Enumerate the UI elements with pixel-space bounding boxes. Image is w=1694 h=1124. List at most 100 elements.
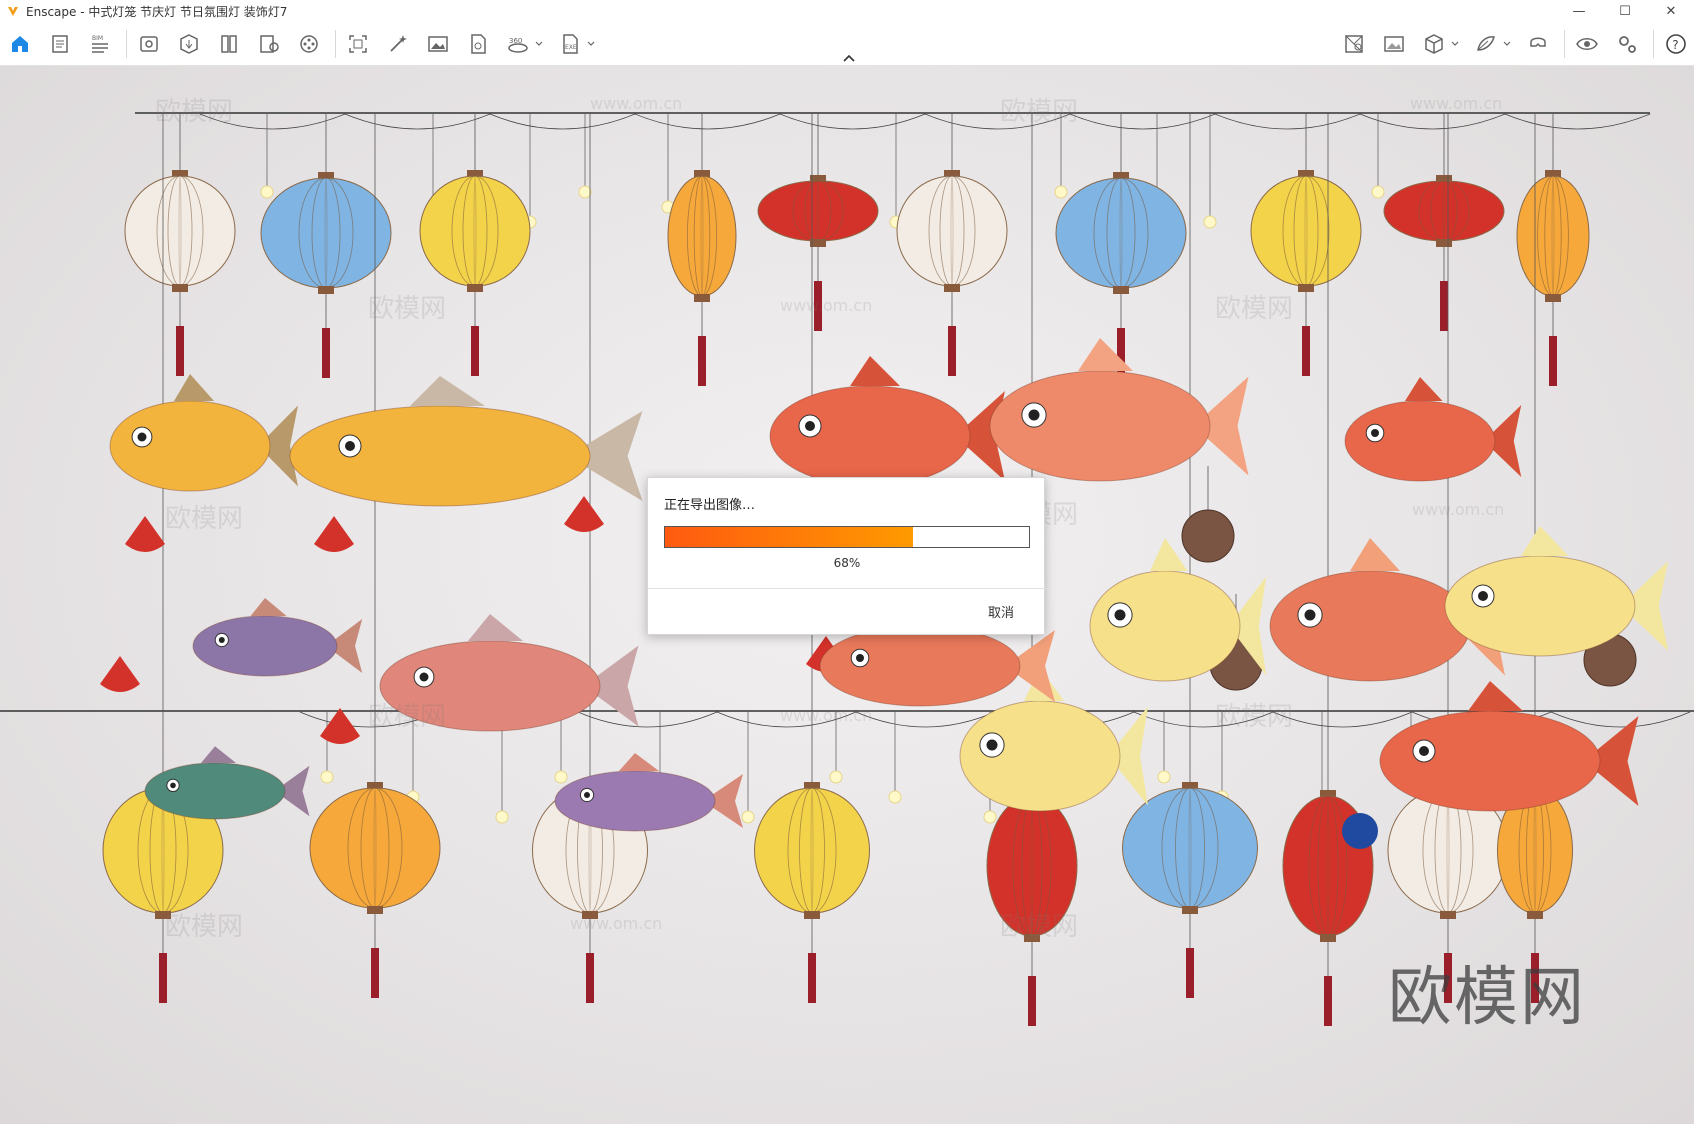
globe-lantern — [1181, 509, 1235, 563]
chevron-down-icon[interactable] — [586, 30, 596, 58]
fish-body — [1444, 555, 1636, 657]
fish-body — [1089, 570, 1241, 682]
brand-watermark: 欧模网 — [1388, 961, 1586, 1035]
light-bulb — [554, 770, 568, 784]
panorama-360-icon[interactable]: 360 — [504, 30, 532, 58]
minimize-button[interactable]: — — [1556, 0, 1602, 22]
export-progress-dialog: 正在导出图像… 68% 取消 — [647, 477, 1046, 635]
lantern-base — [1113, 286, 1129, 294]
fish-body — [1344, 400, 1496, 482]
tassel — [948, 326, 956, 376]
tassel — [1440, 281, 1448, 331]
lantern-base — [1436, 239, 1452, 247]
vr-headset-icon[interactable] — [1524, 30, 1552, 58]
window-controls: — ☐ ✕ — [1556, 0, 1694, 22]
gear-settings-icon[interactable] — [1613, 30, 1641, 58]
fish-body — [192, 615, 338, 677]
fish-body — [989, 370, 1211, 482]
lantern-body — [1122, 787, 1258, 909]
watermark-text: 欧模网 — [155, 97, 234, 127]
material-icon[interactable] — [1472, 30, 1500, 58]
toolbar-left-group: BIM 360 EXE — [6, 30, 608, 58]
fish-fin — [619, 753, 659, 771]
chevron-down-icon[interactable] — [1450, 30, 1460, 58]
fish-pupil — [1371, 429, 1379, 437]
watermark-text: 欧模网 — [1000, 97, 1079, 127]
fish-pupil — [856, 654, 864, 662]
fish-fin — [1350, 538, 1400, 571]
fish-pupil — [419, 672, 429, 682]
exe-export-icon[interactable]: EXE — [556, 30, 584, 58]
magic-wand-icon[interactable] — [384, 30, 412, 58]
cancel-button[interactable]: 取消 — [988, 602, 1014, 621]
light-bulb — [983, 810, 997, 824]
lantern-base — [1527, 911, 1543, 919]
watermark-text: 欧模网 — [1215, 702, 1294, 732]
maximize-button[interactable]: ☐ — [1602, 0, 1648, 22]
small-red-lantern — [564, 496, 604, 532]
fish-body — [819, 625, 1021, 707]
toolbar-separator — [1564, 30, 1565, 58]
lantern-body — [309, 787, 441, 909]
image-settings-icon[interactable] — [1380, 30, 1408, 58]
watermark-text: 欧模网 — [1000, 912, 1079, 942]
fish-body — [1269, 570, 1471, 682]
fish-fin — [1521, 526, 1569, 556]
collapse-toolbar-icon[interactable] — [839, 52, 859, 64]
watermark-text: 欧模网 — [368, 702, 447, 732]
light-bulb — [578, 185, 592, 199]
lantern-body — [260, 177, 392, 289]
view-icon[interactable] — [135, 30, 163, 58]
progress-fill — [665, 527, 913, 547]
lantern-base — [1320, 934, 1336, 942]
light-bulb — [320, 770, 334, 784]
tassel — [322, 328, 330, 378]
fish-pupil — [986, 739, 998, 751]
close-button[interactable]: ✕ — [1648, 0, 1694, 22]
watermark-text: 欧模网 — [368, 294, 447, 324]
lantern-body — [667, 175, 737, 297]
watermark-url: www.om.cn — [1412, 500, 1505, 519]
toolbar-separator — [126, 30, 127, 58]
fish-pupil — [805, 421, 815, 431]
toolbar-separator — [335, 30, 336, 58]
fish-body — [769, 385, 971, 487]
asset-icon[interactable] — [175, 30, 203, 58]
fish-fin — [1150, 538, 1188, 571]
blue-ornament — [1342, 813, 1378, 849]
help-icon[interactable]: ? — [1662, 30, 1690, 58]
settings-doc-icon[interactable] — [255, 30, 283, 58]
lantern-body — [896, 175, 1008, 287]
fish-pupil — [1478, 591, 1488, 601]
small-red-lantern — [125, 516, 165, 552]
lantern-base — [1182, 906, 1198, 914]
library-icon[interactable] — [215, 30, 243, 58]
batch-render-icon[interactable] — [464, 30, 492, 58]
fish-fin — [1468, 681, 1523, 711]
lantern-body — [754, 787, 870, 914]
image-icon[interactable] — [424, 30, 452, 58]
chevron-down-icon[interactable] — [534, 30, 544, 58]
lantern-base — [804, 911, 820, 919]
light-bulb — [1157, 770, 1171, 784]
svg-text:EXE: EXE — [565, 44, 577, 51]
screenshot-icon[interactable] — [344, 30, 372, 58]
lantern-body — [124, 175, 236, 287]
chevron-down-icon[interactable] — [1502, 30, 1512, 58]
progress-percent-label: 68% — [833, 556, 861, 570]
export-status-message: 正在导出图像… — [664, 498, 756, 513]
fish-pupil — [137, 432, 147, 442]
lantern-base — [318, 286, 334, 294]
document-icon[interactable] — [46, 30, 74, 58]
fish-body — [289, 405, 591, 507]
lantern-base — [467, 284, 483, 292]
cube-icon[interactable] — [1420, 30, 1448, 58]
home-icon[interactable] — [6, 30, 34, 58]
tassel — [586, 953, 594, 1003]
fish-body — [1379, 710, 1601, 812]
map-icon[interactable] — [1340, 30, 1368, 58]
video-reel-icon[interactable] — [295, 30, 323, 58]
svg-text:?: ? — [1672, 38, 1678, 52]
bim-icon[interactable]: BIM — [86, 30, 114, 58]
visual-settings-icon[interactable] — [1573, 30, 1601, 58]
